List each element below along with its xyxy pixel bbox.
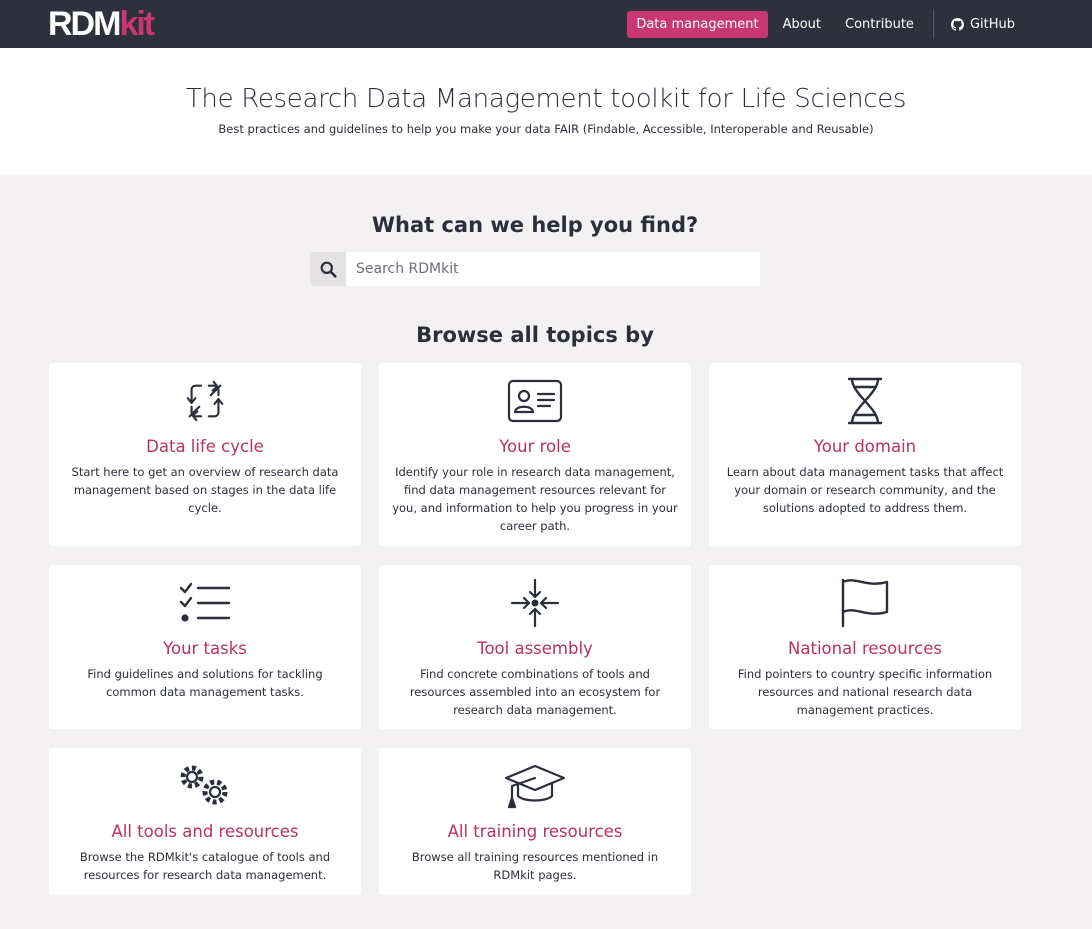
nav-about[interactable]: About [774,11,830,38]
search-icon[interactable] [310,252,346,286]
hero-section: The Research Data Management toolkit for… [0,48,1092,175]
main-content: What can we help you find? Browse all to… [0,175,1092,929]
logo-kit: kit [119,5,155,43]
card-your-tasks[interactable]: Your tasks Find guidelines and solutions… [49,565,361,729]
search-input[interactable] [346,252,760,286]
card-title: Your tasks [163,639,247,658]
nav-contribute[interactable]: Contribute [836,11,923,38]
main-nav: Data management About Contribute GitHub [627,0,1092,48]
card-all-tools-and-resources[interactable]: All tools and resources Browse the RDMki… [49,748,361,895]
checklist-icon [49,577,361,629]
card-description: Browse all training resources mentioned … [411,850,659,882]
id-card-icon [379,375,691,427]
page-title: The Research Data Management toolkit for… [185,84,907,114]
browse-heading: Browse all topics by [416,323,654,347]
logo-rdm: RDM [48,5,121,43]
card-title: Your role [499,437,571,456]
search-heading: What can we help you find? [371,213,699,237]
converge-arrows-icon [379,577,691,629]
card-title: All training resources [447,822,623,841]
card-description: Identify your role in research data mana… [392,465,678,533]
graduation-cap-icon [379,760,691,812]
card-all-training-resources[interactable]: All training resources Browse all traini… [379,748,691,895]
card-tool-assembly[interactable]: Tool assembly Find concrete combinations… [379,565,691,729]
card-description: Find pointers to country specific inform… [737,667,993,717]
card-title: All tools and resources [111,822,299,841]
card-your-role[interactable]: Your role Identify your role in research… [379,363,691,546]
nav-github[interactable]: GitHub [942,11,1024,38]
card-description: Browse the RDMkit's catalogue of tools a… [79,850,331,882]
nav-data-management[interactable]: Data management [627,10,768,38]
flag-icon [709,577,1021,629]
card-description: Find concrete combinations of tools and … [409,667,661,717]
card-title: Your domain [813,437,917,456]
page-subtitle: Best practices and guidelines to help yo… [218,122,874,136]
card-national-resources[interactable]: National resources Find pointers to coun… [709,565,1021,729]
dna-icon [709,375,1021,427]
card-title: National resources [788,639,942,658]
card-description: Start here to get an overview of researc… [71,465,339,515]
card-description: Find guidelines and solutions for tackli… [87,667,323,699]
search-bar [310,252,760,286]
navbar: RDM kit Data management About Contribute … [0,0,1092,48]
gears-icon [49,760,361,812]
github-label: GitHub [969,16,1015,32]
nav-divider [932,9,934,39]
card-data-life-cycle[interactable]: Data life cycle Start here to get an ove… [49,363,361,546]
card-title: Tool assembly [477,639,593,658]
card-your-domain[interactable]: Your domain Learn about data management … [709,363,1021,546]
card-description: Learn about data management tasks that a… [726,465,1004,515]
card-title: Data life cycle [146,437,264,456]
rdmkit-logo[interactable]: RDM kit [48,5,155,43]
github-icon [950,17,964,31]
refresh-icon [49,375,361,427]
